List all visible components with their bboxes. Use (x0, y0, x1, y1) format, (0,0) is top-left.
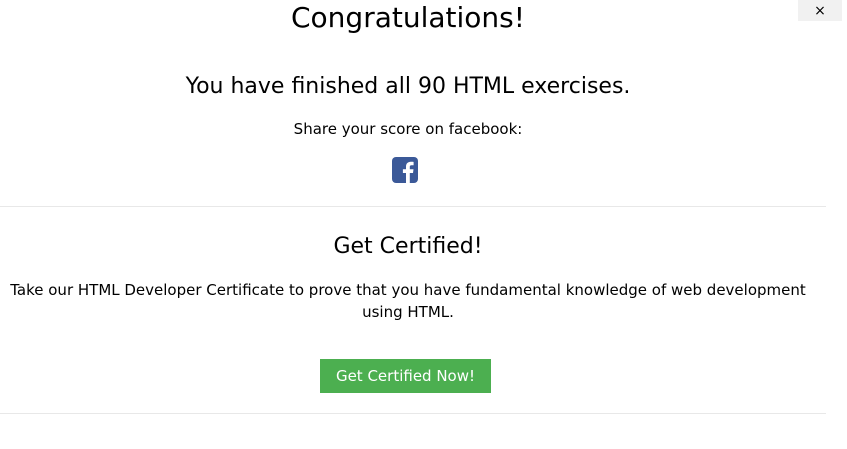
facebook-icon (392, 157, 418, 183)
divider (0, 206, 826, 207)
finished-message: You have finished all 90 HTML exercises. (185, 74, 631, 99)
certificate-description: Take our HTML Developer Certificate to p… (10, 281, 806, 321)
certificate-title: Get Certified! (333, 234, 483, 259)
share-text: Share your score on facebook: (293, 120, 523, 138)
divider (0, 413, 826, 414)
page-title: Congratulations! (291, 1, 525, 34)
congratulations-modal: × Congratulations! You have finished all… (0, 0, 847, 449)
facebook-share-link[interactable] (392, 157, 418, 183)
get-certified-button[interactable]: Get Certified Now! (320, 359, 491, 393)
